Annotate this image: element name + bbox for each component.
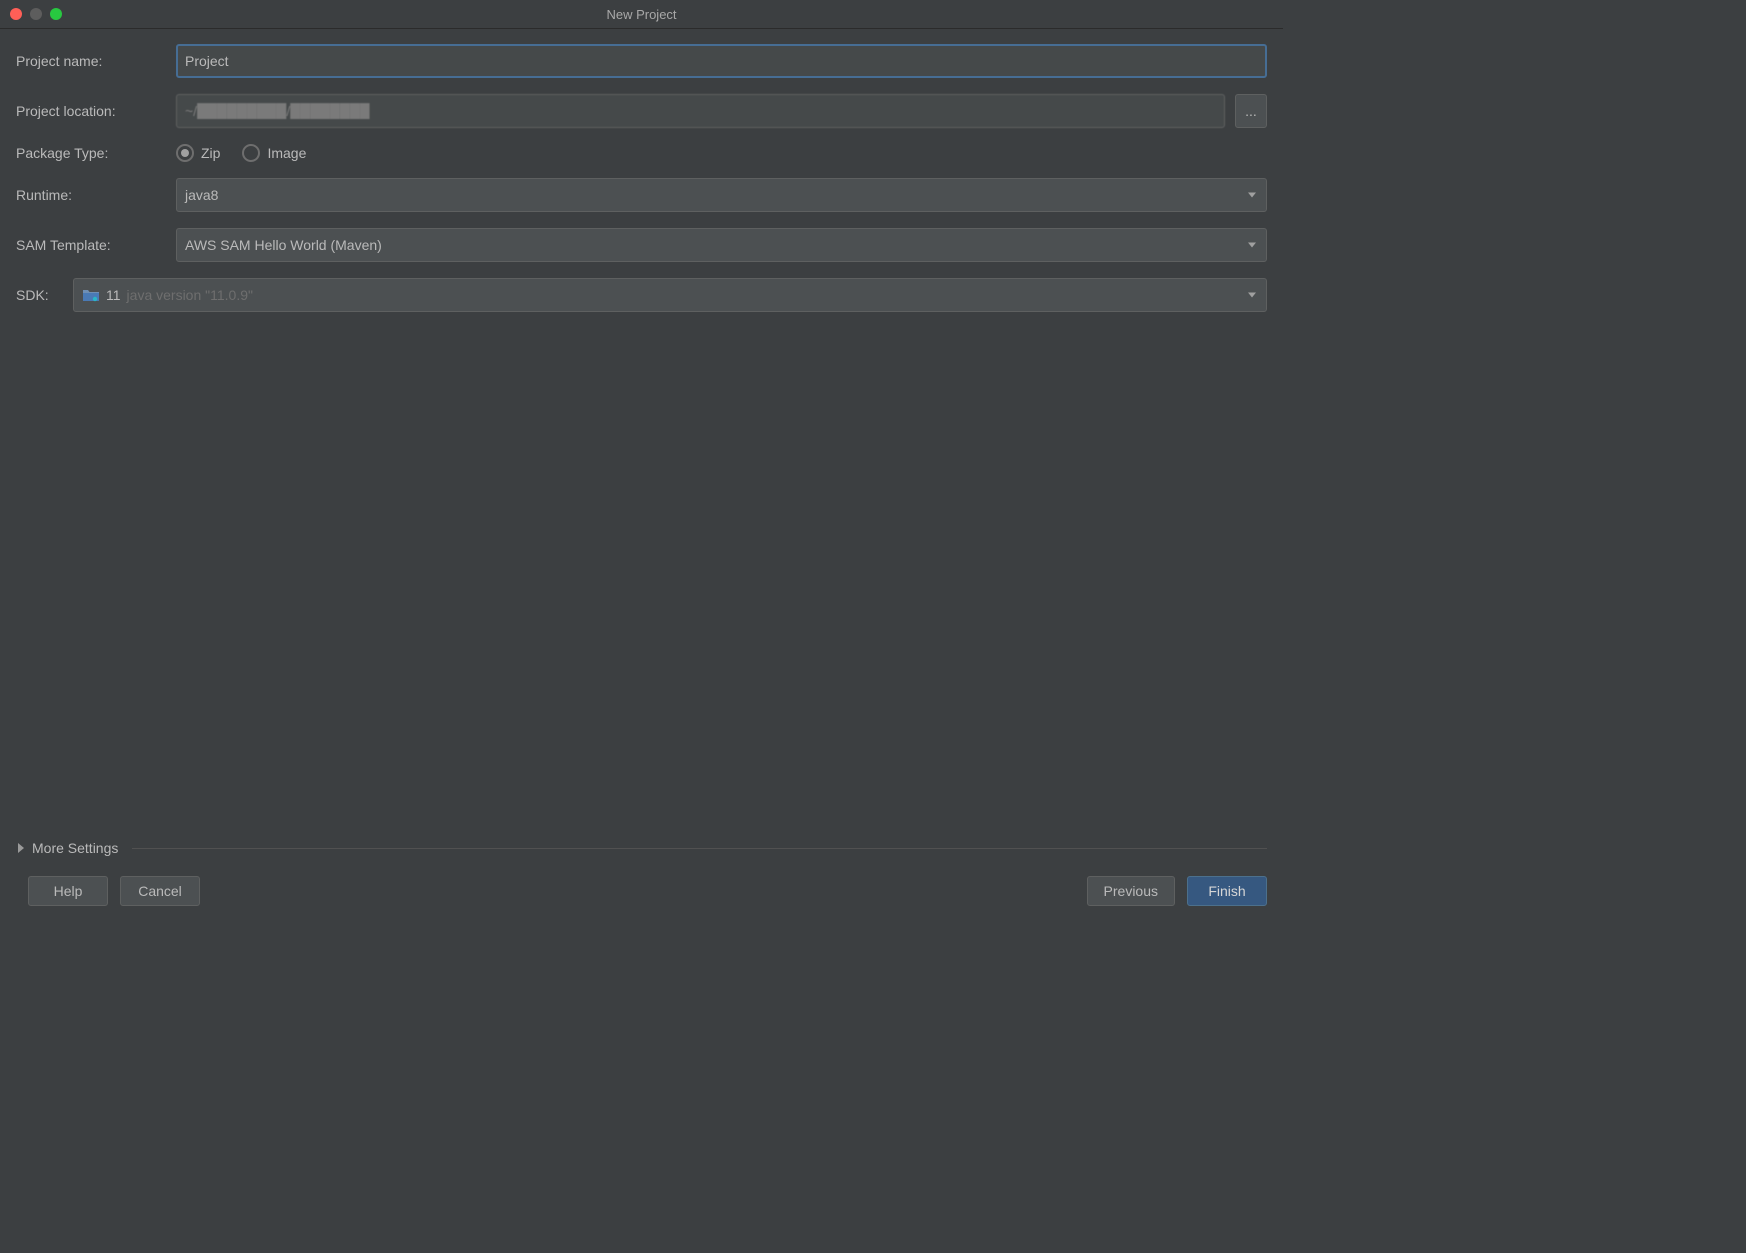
runtime-row: Runtime: java8 bbox=[16, 178, 1267, 212]
package-type-zip-radio[interactable]: Zip bbox=[176, 144, 220, 162]
expand-arrow-icon[interactable] bbox=[18, 843, 24, 853]
help-button[interactable]: Help bbox=[28, 876, 108, 906]
maximize-window-icon[interactable] bbox=[50, 8, 62, 20]
spacer bbox=[16, 328, 1267, 840]
chevron-down-icon bbox=[1248, 243, 1256, 248]
sam-template-value: AWS SAM Hello World (Maven) bbox=[185, 237, 382, 253]
sdk-select[interactable]: 11 java version "11.0.9" bbox=[73, 278, 1267, 312]
dialog-content: Project name: Project location: ... Pack… bbox=[0, 29, 1283, 922]
close-window-icon[interactable] bbox=[10, 8, 22, 20]
sam-template-label: SAM Template: bbox=[16, 237, 176, 253]
window-controls bbox=[0, 8, 62, 20]
browse-location-button[interactable]: ... bbox=[1235, 94, 1267, 128]
chevron-down-icon bbox=[1248, 293, 1256, 298]
radio-unselected-icon bbox=[242, 144, 260, 162]
package-type-row: Package Type: Zip Image bbox=[16, 144, 1267, 162]
runtime-value: java8 bbox=[185, 187, 218, 203]
previous-button[interactable]: Previous bbox=[1087, 876, 1175, 906]
sdk-version-detail: java version "11.0.9" bbox=[127, 287, 253, 303]
radio-selected-icon bbox=[176, 144, 194, 162]
window-title: New Project bbox=[606, 7, 676, 22]
runtime-label: Runtime: bbox=[16, 187, 176, 203]
cancel-button[interactable]: Cancel bbox=[120, 876, 200, 906]
more-settings-row: More Settings bbox=[16, 840, 1267, 856]
minimize-window-icon bbox=[30, 8, 42, 20]
title-bar: New Project bbox=[0, 0, 1283, 29]
project-location-row: Project location: ... bbox=[16, 94, 1267, 128]
package-type-label: Package Type: bbox=[16, 145, 176, 161]
project-location-input[interactable] bbox=[176, 94, 1225, 128]
sam-template-select[interactable]: AWS SAM Hello World (Maven) bbox=[176, 228, 1267, 262]
project-location-label: Project location: bbox=[16, 103, 176, 119]
project-name-label: Project name: bbox=[16, 53, 176, 69]
sdk-label: SDK: bbox=[16, 287, 73, 303]
radio-image-label: Image bbox=[267, 145, 306, 161]
sdk-version: 11 bbox=[106, 287, 121, 303]
finish-button[interactable]: Finish bbox=[1187, 876, 1267, 906]
ellipsis-icon: ... bbox=[1245, 103, 1257, 119]
radio-zip-label: Zip bbox=[201, 145, 220, 161]
sdk-row: SDK: 11 java version "11.0.9" bbox=[16, 278, 1267, 312]
divider bbox=[132, 848, 1267, 849]
project-name-row: Project name: bbox=[16, 44, 1267, 78]
chevron-down-icon bbox=[1248, 193, 1256, 198]
sam-template-row: SAM Template: AWS SAM Hello World (Maven… bbox=[16, 228, 1267, 262]
package-type-radio-group: Zip Image bbox=[176, 144, 306, 162]
project-name-input[interactable] bbox=[176, 44, 1267, 78]
more-settings-toggle[interactable]: More Settings bbox=[32, 840, 118, 856]
sdk-folder-icon bbox=[82, 288, 100, 302]
runtime-select[interactable]: java8 bbox=[176, 178, 1267, 212]
footer-spacer bbox=[212, 876, 1075, 906]
package-type-image-radio[interactable]: Image bbox=[242, 144, 306, 162]
dialog-footer: Help Cancel Previous Finish bbox=[16, 876, 1267, 922]
